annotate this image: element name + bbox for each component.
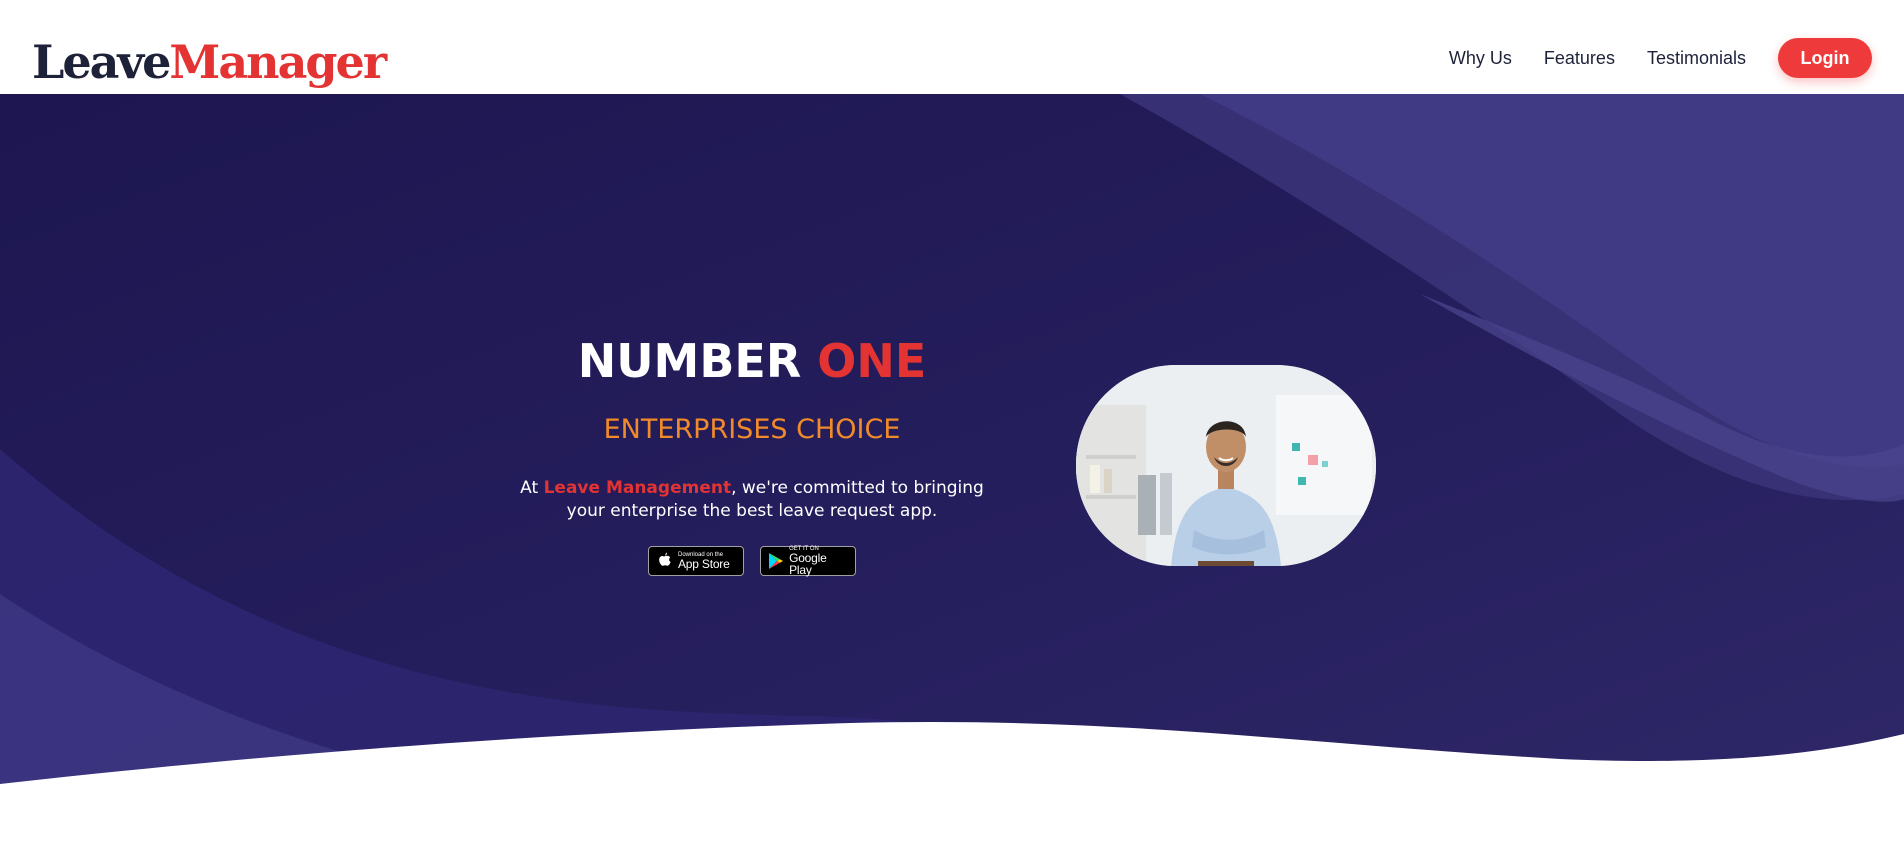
desc-prefix: At <box>520 478 544 498</box>
header: LeaveManager Why Us Features Testimonial… <box>0 0 1904 94</box>
hero-photo <box>1076 365 1376 566</box>
hero-headline: NUMBER ONE <box>480 334 1024 388</box>
google-play-big-text: Google Play <box>789 551 827 577</box>
hero-subheadline: ENTERPRISES CHOICE <box>603 414 901 445</box>
logo[interactable]: LeaveManager <box>32 34 387 90</box>
hero-content: NUMBER ONE ENTERPRISES CHOICE At Leave M… <box>0 94 1904 806</box>
login-button[interactable]: Login <box>1778 38 1872 78</box>
google-play-badge[interactable]: GET IT ON Google Play <box>760 546 856 576</box>
google-play-icon <box>767 552 784 570</box>
desc-brand-link[interactable]: Leave Management <box>544 478 732 498</box>
headline-number: NUMBER <box>577 334 818 388</box>
desc-line1-rest: , we're committed to bringing <box>731 478 984 498</box>
store-badges: Download on the App Store GET IT ON Goog… <box>648 546 856 576</box>
main-nav: Why Us Features Testimonials Login <box>1449 38 1872 78</box>
logo-part-manager: Manager <box>169 35 387 89</box>
logo-part-leave: Leave <box>32 35 171 89</box>
hero-description: At Leave Management, we're committed to … <box>520 477 984 523</box>
app-store-big-text: App Store <box>678 557 730 571</box>
desc-line2: your enterprise the best leave request a… <box>566 501 938 521</box>
app-store-badge[interactable]: Download on the App Store <box>648 546 744 576</box>
nav-testimonials[interactable]: Testimonials <box>1647 48 1746 69</box>
apple-icon <box>655 552 673 570</box>
nav-features[interactable]: Features <box>1544 48 1615 69</box>
headline-one: ONE <box>817 334 927 388</box>
nav-why-us[interactable]: Why Us <box>1449 48 1512 69</box>
